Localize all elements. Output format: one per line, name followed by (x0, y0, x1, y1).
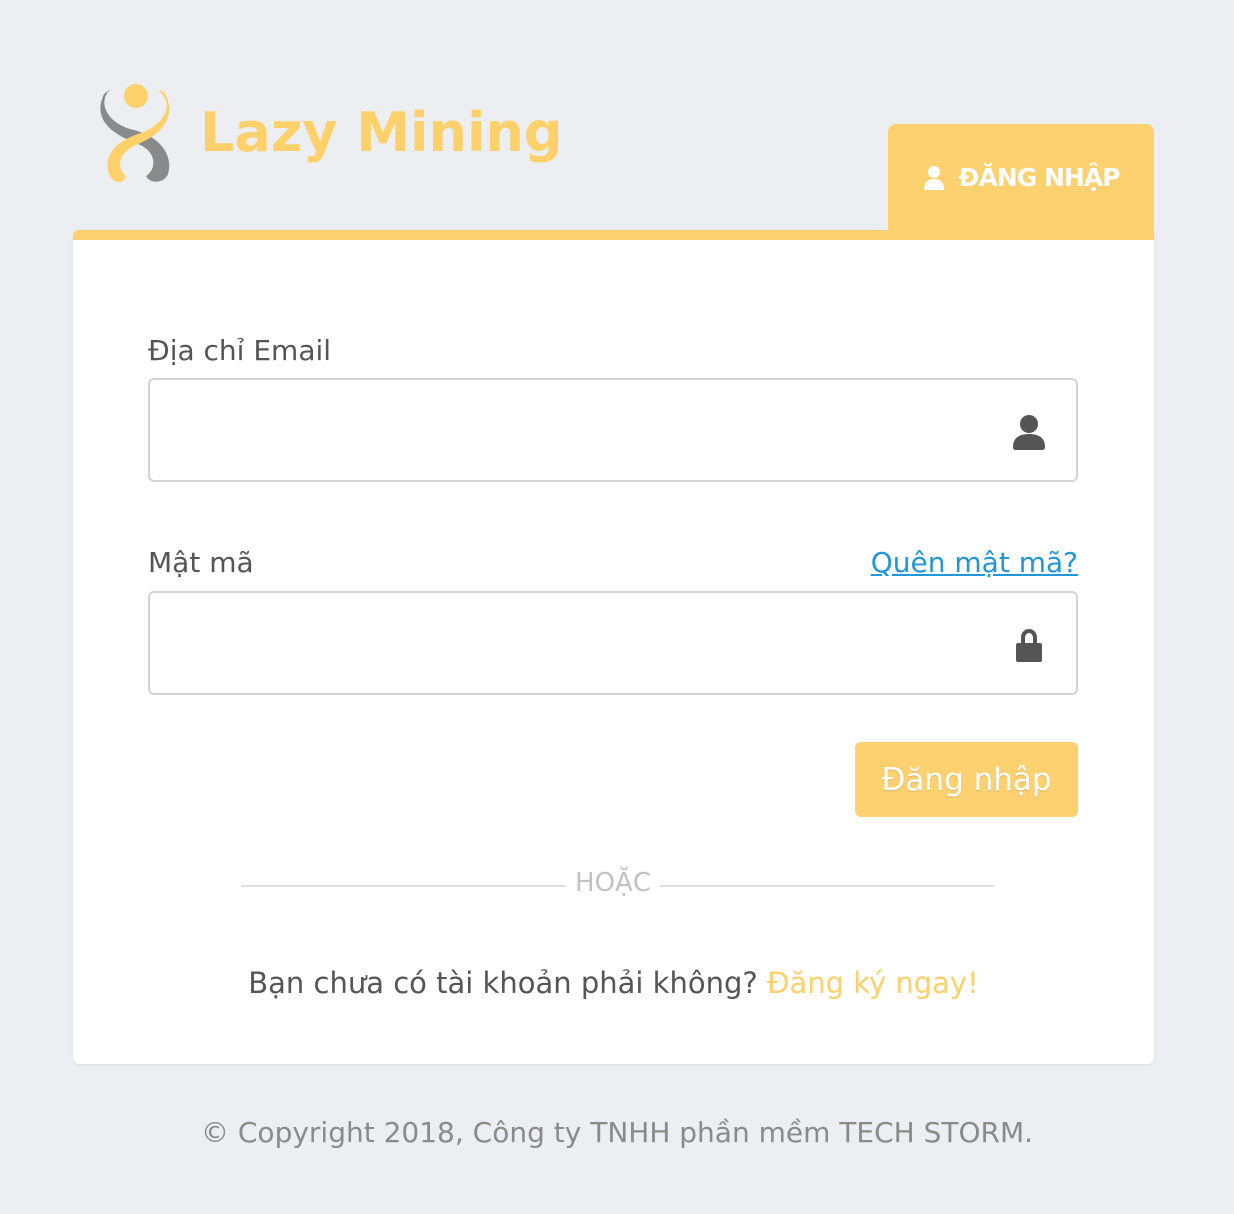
user-icon (923, 166, 944, 190)
login-button[interactable]: Đăng nhập (855, 742, 1078, 817)
tab-login-label: ĐĂNG NHẬP (958, 162, 1121, 192)
figure-8-person-logo-icon (100, 84, 170, 182)
tab-login[interactable]: ĐĂNG NHẬP (888, 124, 1154, 230)
divider-text: HOẶC (575, 868, 651, 898)
email-field[interactable] (150, 380, 990, 480)
brand-logo: Lazy Mining (92, 80, 563, 184)
signup-prompt: Bạn chưa có tài khoản phải không? (248, 966, 767, 1000)
email-field-box (148, 378, 1078, 482)
footer-copyright: © Copyright 2018, Công ty TNHH phần mềm … (200, 1116, 1033, 1149)
divider-line-left (241, 885, 566, 887)
signup-row: Bạn chưa có tài khoản phải không? Đăng k… (73, 966, 1154, 1000)
password-label: Mật mã (148, 546, 254, 579)
password-field[interactable] (150, 593, 990, 693)
user-icon (1013, 415, 1045, 450)
forgot-password-link[interactable]: Quên mật mã? (871, 546, 1078, 579)
email-label: Địa chỉ Email (148, 334, 332, 367)
login-card: Địa chỉ Email Mật mã Quên mật mã? Đăng n… (73, 230, 1154, 1064)
signup-link[interactable]: Đăng ký ngay! (767, 966, 979, 1000)
lock-icon (1016, 629, 1042, 662)
divider-line-right (660, 885, 994, 887)
brand-name: Lazy Mining (200, 100, 563, 164)
password-field-box (148, 591, 1078, 695)
